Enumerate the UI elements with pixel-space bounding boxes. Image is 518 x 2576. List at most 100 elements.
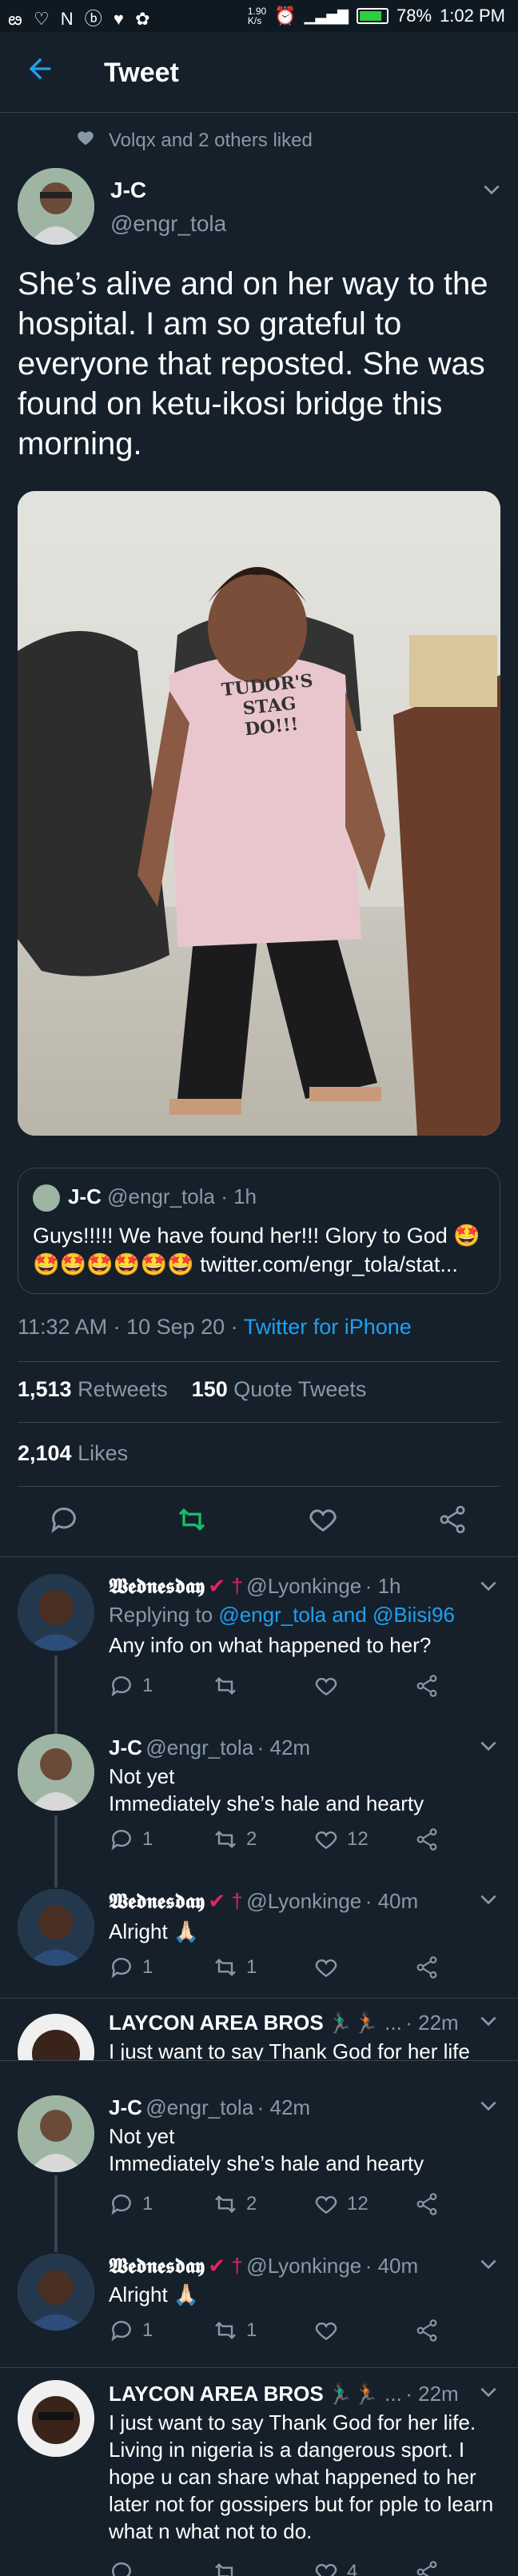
reply-tweet[interactable]: LAYCON AREA BROS 🏃🏿‍♂️🏃🏿 ... · 22m I jus… [0, 1999, 518, 2060]
reply-time: · 42m [257, 1735, 311, 1759]
reply-time: · 42m [257, 2095, 311, 2119]
quotes-label[interactable]: Quote Tweets [233, 1377, 366, 1401]
chevron-down-icon[interactable] [478, 2011, 499, 2031]
reply-icon[interactable]: 1 [109, 1955, 153, 1980]
retweet-icon[interactable] [213, 2559, 238, 2576]
reply-icon[interactable] [109, 2559, 134, 2576]
reply-author-name[interactable]: 𝖂𝖊𝖉𝖓𝖊𝖘𝖉𝖆𝖞 [109, 1574, 205, 1598]
chevron-down-icon[interactable] [481, 179, 502, 200]
battery-icon [357, 8, 389, 24]
retweet-icon[interactable]: 2 [213, 2191, 257, 2217]
reply-author-handle[interactable]: @Lyonkinge [246, 1889, 361, 1913]
avatar[interactable] [18, 1889, 94, 1966]
reply-author-handle[interactable]: @Lyonkinge [246, 1574, 361, 1598]
reply-author-handle[interactable]: @Lyonkinge [246, 2254, 361, 2278]
reply-badges: 🏃🏿‍♂️🏃🏿 ... [327, 2011, 402, 2035]
reply-icon[interactable]: 1 [109, 2318, 153, 2343]
retweets-count[interactable]: 1,513 [18, 1377, 72, 1401]
quoted-tweet[interactable]: J-C @engr_tola · 1h Guys!!!!! We have fo… [18, 1168, 500, 1294]
tweet-timestamp: 11:32 AM · 10 Sep 20 · Twitter for iPhon… [18, 1315, 412, 1340]
back-arrow-icon[interactable] [24, 53, 56, 85]
divider [18, 1361, 500, 1362]
reply-author-name[interactable]: 𝖂𝖊𝖉𝖓𝖊𝖘𝖉𝖆𝖞 [109, 2254, 205, 2278]
avatar[interactable] [18, 168, 94, 245]
retweet-icon[interactable]: 1 [213, 2318, 257, 2343]
signal-icon: ▁▃▅▇ [304, 7, 349, 24]
share-icon[interactable] [436, 1504, 468, 1540]
replying-to: Replying to @engr_tola and @Biisi96 [109, 1603, 455, 1627]
avatar[interactable] [18, 1734, 94, 1811]
quotes-count[interactable]: 150 [192, 1377, 228, 1401]
like-icon[interactable] [307, 1504, 339, 1540]
retweet-icon[interactable]: 1 [213, 1955, 257, 1980]
reply-author-name[interactable]: LAYCON AREA BROS [109, 2011, 324, 2035]
chevron-down-icon[interactable] [478, 2254, 499, 2274]
like-icon[interactable] [313, 2318, 347, 2343]
reply-icon[interactable]: 1 [109, 1827, 153, 1852]
chevron-down-icon[interactable] [478, 1576, 499, 1596]
reply-author-name[interactable]: J-C [109, 2095, 142, 2119]
thread-line [54, 1815, 58, 1887]
reply-author-name[interactable]: 𝖂𝖊𝖉𝖓𝖊𝖘𝖉𝖆𝖞 [109, 1889, 205, 1913]
avatar[interactable] [18, 2254, 94, 2330]
like-count: 12 [347, 2193, 369, 2215]
likes-count[interactable]: 2,104 [18, 1441, 72, 1465]
share-icon[interactable] [414, 1673, 440, 1703]
author-handle[interactable]: @engr_tola [110, 211, 226, 237]
reply-text: Not yet Immediately she’s hale and heart… [109, 1764, 424, 1815]
quote-time: · 1h [221, 1184, 257, 1208]
reply-icon[interactable]: 1 [109, 2191, 153, 2217]
reply-author-name[interactable]: LAYCON AREA BROS [109, 2382, 324, 2406]
retweet-icon[interactable] [176, 1504, 208, 1540]
reply-count: 1 [142, 1675, 153, 1696]
share-icon[interactable] [414, 1955, 440, 1984]
notification-icons: ఴ ♡ N ⓑ ♥ ✿ [8, 9, 153, 29]
avatar[interactable] [18, 2380, 94, 2457]
reply-author-handle[interactable]: @engr_tola [145, 1735, 253, 1759]
avatar[interactable] [18, 2095, 94, 2172]
social-context: Volqx and 2 others liked [109, 130, 313, 151]
like-icon[interactable] [313, 1955, 347, 1980]
reply-header: LAYCON AREA BROS 🏃🏿‍♂️🏃🏿 ... · 22m [109, 2011, 459, 2035]
avatar[interactable] [18, 2014, 94, 2060]
reply-header: 𝖂𝖊𝖉𝖓𝖊𝖘𝖉𝖆𝖞 ✔ † @Lyonkinge · 40m [109, 2254, 418, 2279]
retweets-label[interactable]: Retweets [78, 1377, 168, 1401]
reply-icon[interactable] [48, 1504, 80, 1540]
reply-author-handle[interactable]: @engr_tola [145, 2095, 253, 2119]
share-icon[interactable] [414, 2318, 440, 2347]
net-speed: 1.90 K/s [247, 6, 267, 26]
share-icon[interactable] [414, 2191, 440, 2221]
retweet-icon[interactable]: 2 [213, 1827, 257, 1852]
reply-header: J-C @engr_tola · 42m [109, 1735, 310, 1760]
like-icon[interactable]: 12 [313, 2191, 369, 2217]
tweet-text: She’s alive and on her way to the hospit… [18, 266, 488, 461]
reply-author-name[interactable]: J-C [109, 1735, 142, 1759]
divider [0, 2060, 518, 2061]
reply-header: J-C @engr_tola · 42m [109, 2095, 310, 2120]
like-icon[interactable] [313, 1673, 347, 1699]
like-icon[interactable]: 4 [313, 2559, 357, 2576]
replying-mentions[interactable]: @engr_tola and @Biisi96 [218, 1603, 455, 1627]
author-name[interactable]: J-C [110, 178, 146, 203]
shirt-text: TUDOR'S STAG DO!!! [220, 670, 314, 741]
chevron-down-icon[interactable] [478, 1889, 499, 1910]
reply-text: I just want to say Thank God for her lif… [109, 2410, 494, 2543]
retweet-count: 1 [246, 1956, 257, 1978]
chevron-down-icon[interactable] [478, 1735, 499, 1756]
like-icon[interactable]: 12 [313, 1827, 369, 1852]
status-right: 1.90 K/s ⏰ ▁▃▅▇ 78% 1:02 PM [248, 6, 505, 26]
likes-label[interactable]: Likes [78, 1441, 128, 1465]
avatar[interactable] [18, 1574, 94, 1651]
chevron-down-icon[interactable] [478, 2382, 499, 2402]
tweet-photo[interactable]: TUDOR'S STAG DO!!! [18, 491, 500, 1136]
chevron-down-icon[interactable] [478, 2095, 499, 2116]
share-icon[interactable] [414, 1827, 440, 1856]
reply-count: 1 [142, 2319, 153, 2341]
retweet-icon[interactable] [213, 1673, 246, 1699]
retweet-count: 2 [246, 2193, 257, 2215]
share-icon[interactable] [414, 2559, 440, 2576]
avatar [33, 1184, 60, 1212]
reply-count: 1 [142, 2193, 153, 2215]
reply-icon[interactable]: 1 [109, 1673, 153, 1699]
source-link[interactable]: Twitter for iPhone [244, 1315, 412, 1339]
